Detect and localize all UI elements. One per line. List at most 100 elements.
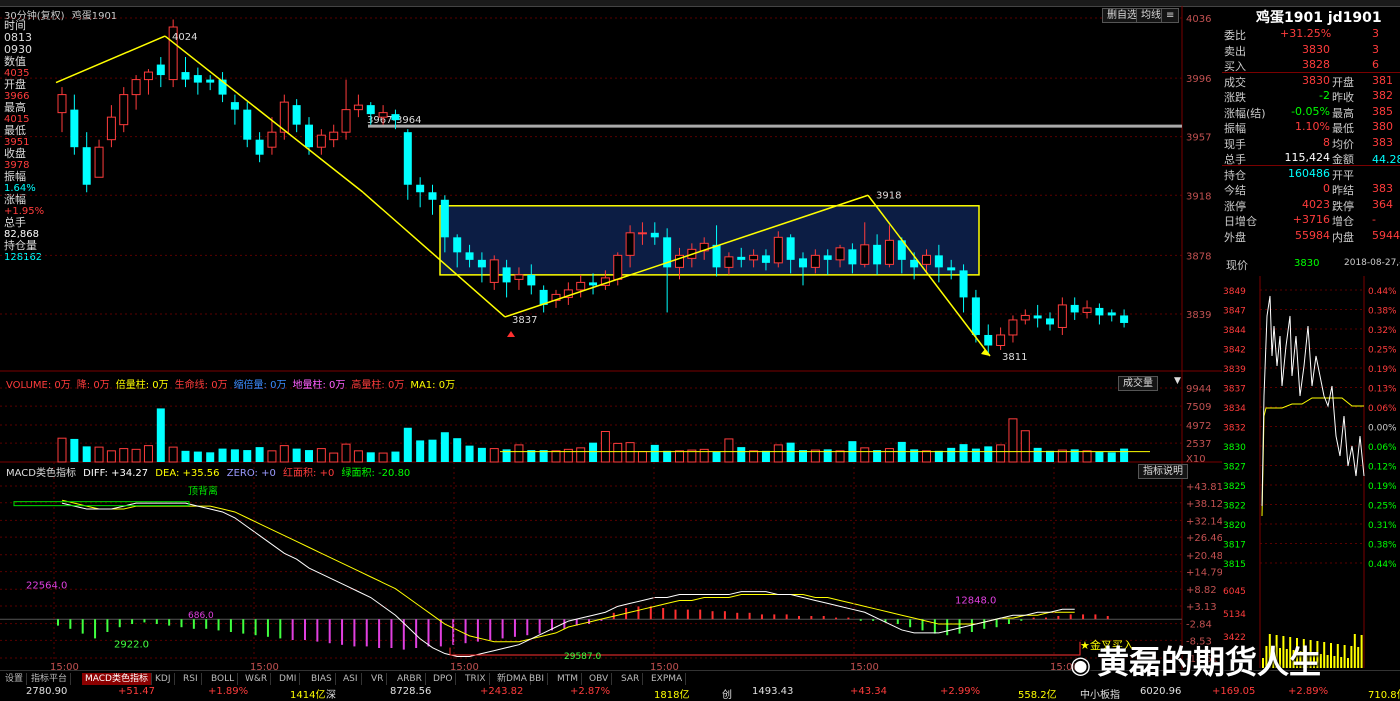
candle-body-down — [156, 64, 165, 76]
candle-body-up — [378, 112, 388, 118]
macd-histogram-bar — [686, 609, 689, 620]
volume-bar-down — [403, 427, 412, 462]
volume-bar-down — [82, 446, 91, 462]
quote-row: 总手115,424金额44.28亿 — [1222, 150, 1400, 166]
tab-11[interactable]: ARBR — [394, 673, 426, 685]
volume-bar-up — [143, 445, 153, 463]
macd-histogram-bar — [439, 619, 442, 647]
candle-body-up — [1082, 307, 1092, 313]
volume-bar-up — [860, 447, 870, 463]
mini-volume-bar — [1357, 647, 1360, 668]
intraday-chart[interactable]: 3849 0.44% 3847 0.38% 3844 0.32% 3842 0.25% 3839… — [1222, 276, 1400, 668]
volume-dropdown-icon[interactable]: ▼ — [1174, 376, 1181, 386]
tab-17[interactable]: OBV — [586, 673, 613, 685]
macd-histogram-bar — [180, 619, 183, 628]
tab-4[interactable]: RSI — [180, 673, 202, 685]
macd-histogram-bar — [723, 611, 726, 620]
volume-legend-item: 缩倍量: 0万 — [233, 380, 287, 391]
volume-bar-up — [119, 448, 129, 463]
tab-18[interactable]: SAR — [618, 673, 644, 685]
mini-volume-bar — [1353, 634, 1356, 668]
candle-body-down — [477, 259, 486, 268]
macd-histogram-bar — [649, 606, 652, 620]
macd-histogram-bar — [810, 616, 813, 620]
volume-dropdown[interactable]: 成交量 — [1118, 376, 1158, 391]
watermark: ◉ 黄磊的期货人生 — [1070, 637, 1321, 683]
volume-header: VOLUME: 0万 降: 0万 倍量柱: 0万 生命线: 0万 缩倍量: 0万 地量柱:… — [6, 376, 461, 391]
volume-legend-item: 地量柱: 0万 — [292, 380, 346, 391]
mini-price-label: 3817 — [1223, 541, 1246, 551]
volume-bar-up — [773, 444, 783, 463]
macd-tick-label: +3.13 — [1186, 602, 1217, 613]
time-tick-label: 15:00 — [650, 662, 679, 670]
status-item: 710.8亿 — [1368, 690, 1400, 701]
volume-legend-item: 生命线: 0万 — [174, 380, 228, 391]
volume-bar-down — [477, 447, 486, 462]
indicator-help-button[interactable]: 指标说明 — [1138, 464, 1188, 479]
macd-histogram-bar — [711, 611, 714, 620]
volume-bar-up — [329, 452, 339, 463]
tab-3[interactable]: KDJ — [152, 673, 175, 685]
volume-bar-down — [650, 444, 659, 462]
tab-2[interactable]: MACD类色指标 — [82, 673, 152, 685]
quote-v1: -0.05% — [1291, 104, 1330, 118]
candle-body-down — [82, 147, 91, 185]
macd-histogram-bar — [847, 617, 850, 620]
top-divergence-label: 顶背离 — [188, 484, 218, 497]
macd-histogram-bar — [1082, 614, 1085, 620]
macd-zero: ZERO: +0 — [226, 468, 276, 479]
status-item: 1818亿 — [654, 690, 690, 701]
macd-histogram-bar — [81, 619, 84, 634]
volume-legend-item: 倍量柱: 0万 — [115, 380, 169, 391]
ma-gear-icon[interactable]: ≡ — [1161, 8, 1180, 23]
volume-bar-up — [353, 450, 363, 463]
volume-bar-up — [106, 450, 116, 463]
candle-body-down — [181, 72, 190, 80]
time-tick-label: 15:00 — [50, 662, 79, 670]
macd-histogram-bar — [1069, 614, 1072, 620]
status-item: +1.89% — [208, 686, 249, 697]
status-item: 1414亿 — [290, 690, 326, 701]
tab-19[interactable]: EXPMA — [648, 673, 687, 685]
tab-7[interactable]: DMI — [276, 673, 301, 685]
mini-volume-bar — [1350, 646, 1353, 668]
volume-bar-down — [1033, 447, 1042, 462]
quote-row: 今结 0 昨结 383 — [1222, 181, 1400, 197]
quote-row: 涨跌 -2 昨收 382 — [1222, 88, 1400, 104]
volume-bar-up — [637, 451, 647, 463]
quote-v2: 3 — [1372, 42, 1379, 56]
low-bracket — [449, 641, 1081, 656]
tab-1[interactable]: 指标平台 — [28, 673, 72, 685]
status-item: +169.05 — [1212, 686, 1256, 697]
status-item: 558.2亿 — [1018, 690, 1057, 701]
macd-value-label: 686.0 — [188, 611, 214, 621]
tab-8[interactable]: BIAS — [308, 673, 336, 685]
volume-bar-down — [366, 452, 375, 462]
tab-16[interactable]: MTM — [554, 673, 583, 685]
tab-15[interactable]: BBI — [526, 673, 549, 685]
macd-red-area: 红面积: +0 — [283, 468, 335, 479]
volume-bar-up — [514, 444, 524, 463]
quote-row: 委比 +31.25% 3 — [1222, 26, 1400, 42]
volume-bar-down — [218, 448, 227, 462]
macd-histogram-bar — [896, 619, 899, 625]
tab-13[interactable]: TRIX — [462, 673, 490, 685]
candle-body-down — [206, 79, 215, 83]
tab-10[interactable]: VR — [368, 673, 388, 685]
tab-5[interactable]: BOLL — [208, 673, 239, 685]
mini-price-label: 3847 — [1223, 307, 1246, 317]
volume-bar-up — [576, 447, 586, 463]
quote-row: 持仓 160486 开平 — [1222, 166, 1400, 182]
tab-0[interactable]: 设置 — [2, 673, 28, 685]
volume-bar-down — [712, 451, 721, 462]
macd-tick-label: +8.82 — [1186, 585, 1217, 596]
macd-histogram-bar — [1057, 616, 1060, 620]
chart-canvas[interactable]: 4036399639573918387838393967-39644024391… — [0, 6, 1222, 670]
candle-body-down — [984, 334, 993, 346]
mini-volume-bar — [1340, 657, 1343, 668]
tab-9[interactable]: ASI — [340, 673, 362, 685]
tab-12[interactable]: DPO — [430, 673, 457, 685]
status-item: +43.34 — [850, 686, 888, 697]
volume-bar-up — [884, 448, 894, 463]
tab-6[interactable]: W&R — [242, 673, 272, 685]
